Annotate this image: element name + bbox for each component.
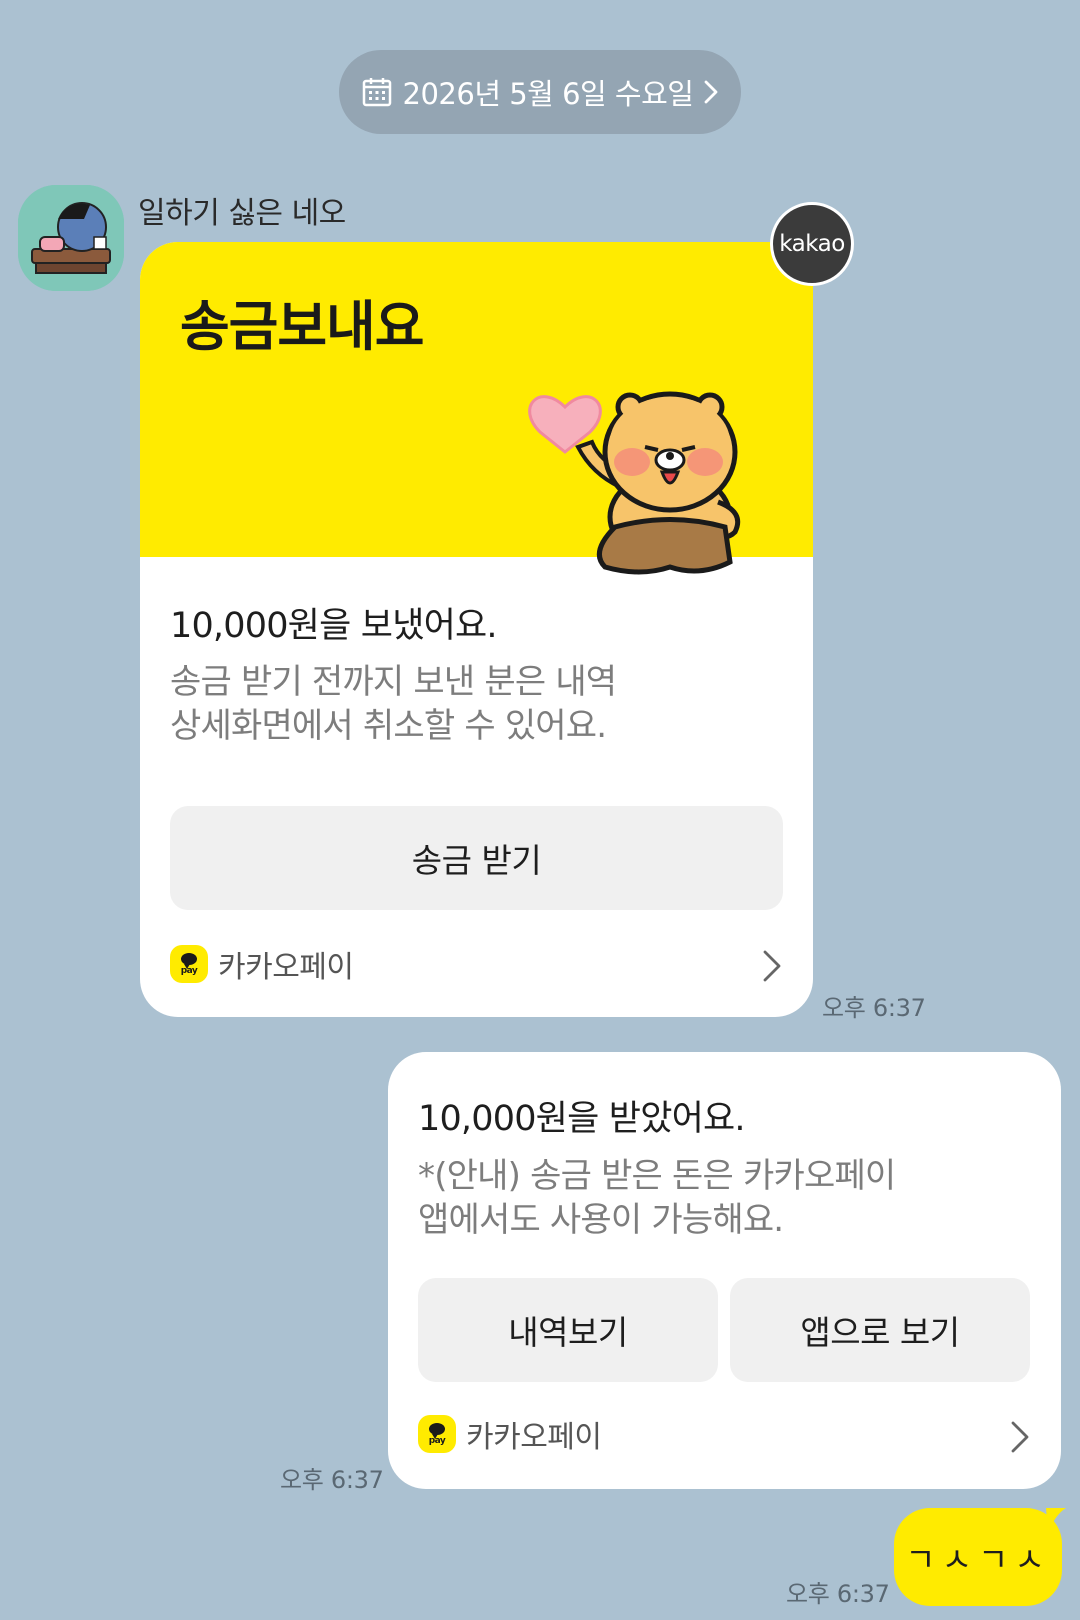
kakaopay-footer-label: 카카오페이	[218, 950, 354, 985]
chevron-right-icon[interactable]	[1010, 1420, 1030, 1454]
card-description: *(안내) 송금 받은 돈은 카카오페이 앱에서도 사용이 가능해요.	[418, 1154, 896, 1242]
calendar-icon	[361, 76, 393, 108]
ryan-character-image	[528, 391, 741, 575]
chevron-right-icon	[703, 79, 719, 105]
kakaopay-footer[interactable]: pay 카카오페이	[170, 942, 354, 986]
chevron-right-icon[interactable]	[762, 949, 782, 983]
kakaopay-logo-icon: pay	[170, 945, 208, 983]
card-description-line: 송금 받기 전까지 보낸 분은 내역	[170, 662, 617, 702]
card-heading: 10,000원을 받았어요.	[418, 1099, 746, 1139]
kakaopay-footer[interactable]: pay 카카오페이	[418, 1412, 602, 1456]
card-heading: 10,000원을 보냈어요.	[170, 606, 498, 646]
card-description-line: *(안내) 송금 받은 돈은 카카오페이	[418, 1156, 896, 1196]
message-time: 오후 6:37	[786, 1580, 890, 1608]
message-time: 오후 6:37	[280, 1466, 384, 1494]
sent-message-bubble[interactable]: ㄱㅅㄱㅅ	[894, 1508, 1062, 1606]
date-header[interactable]: 2026년 5월 6일 수요일	[339, 50, 741, 134]
card-description-line: 상세화면에서 취소할 수 있어요.	[170, 706, 607, 746]
view-history-button[interactable]: 내역보기	[418, 1278, 718, 1382]
sender-name: 일하기 싫은 네오	[138, 196, 346, 231]
kakao-badge: kakao	[770, 202, 854, 286]
kakaopay-logo-icon: pay	[418, 1415, 456, 1453]
view-in-app-button[interactable]: 앱으로 보기	[730, 1278, 1030, 1382]
receive-transfer-button[interactable]: 송금 받기	[170, 806, 783, 910]
card-description-line: 앱에서도 사용이 가능해요.	[418, 1200, 784, 1240]
kakaopay-footer-label: 카카오페이	[466, 1420, 602, 1455]
card-title: 송금보내요	[180, 295, 424, 358]
transfer-sent-card[interactable]: 송금보내요 10,000원을 보냈어요. 송금 받기 전까지 보낸 분은 내역 …	[140, 242, 813, 1017]
bubble-tail	[1046, 1508, 1066, 1532]
sender-avatar[interactable]	[18, 185, 124, 291]
transfer-received-card[interactable]: 10,000원을 받았어요. *(안내) 송금 받은 돈은 카카오페이 앱에서도…	[388, 1052, 1061, 1489]
date-label: 2026년 5월 6일 수요일	[402, 77, 694, 111]
message-time: 오후 6:37	[822, 994, 926, 1022]
card-description: 송금 받기 전까지 보낸 분은 내역 상세화면에서 취소할 수 있어요.	[170, 660, 617, 748]
